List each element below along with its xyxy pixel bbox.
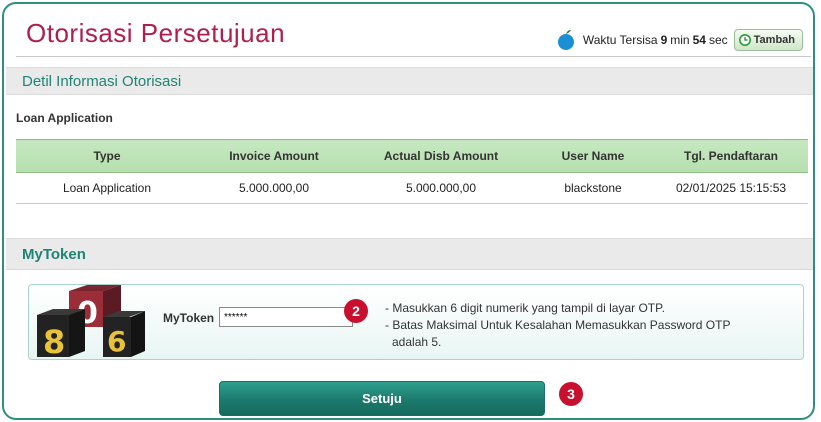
timer-prefix: Waktu Tersisa (582, 33, 658, 47)
page-title: Otorisasi Persetujuan (26, 18, 286, 48)
otp-hint-3: adalah 5. (392, 335, 442, 349)
token-cube-logo: 0 8 6 (37, 285, 145, 359)
mytoken-section-title: MyToken (22, 245, 86, 263)
column-header-type: Type (16, 139, 198, 173)
timer-sec-unit: sec (708, 33, 728, 47)
otp-hint-1: - Masukkan 6 digit numerik yang tampil d… (385, 301, 665, 315)
step-2-badge: 2 (344, 299, 368, 323)
title-divider (16, 56, 811, 57)
cube-digit-left: 8 (43, 323, 65, 359)
mytoken-field-label: MyToken (163, 311, 215, 325)
timer-minutes: 9 (660, 33, 668, 47)
otp-instructions: - Masukkan 6 digit numerik yang tampil d… (385, 300, 797, 351)
table-header-row: Type Invoice Amount Actual Disb Amount U… (16, 139, 808, 173)
mytoken-input[interactable] (219, 307, 353, 327)
add-time-button[interactable]: Tambah (733, 29, 803, 51)
transaction-type-label: Loan Application (16, 111, 113, 125)
cell-registration-date: 02/01/2025 15:15:53 (654, 172, 808, 204)
column-header-actual-disb-amount: Actual Disb Amount (350, 139, 532, 173)
session-timer: Waktu Tersisa 9 min 54 sec Tambah (557, 29, 803, 51)
authorization-table: Type Invoice Amount Actual Disb Amount U… (16, 139, 808, 204)
cell-invoice-amount: 5.000.000,00 (198, 172, 350, 204)
clock-icon (738, 34, 751, 46)
cell-user-name: blackstone (532, 172, 654, 204)
column-header-invoice-amount: Invoice Amount (198, 139, 350, 173)
column-header-registration-date: Tgl. Pendaftaran (654, 139, 808, 173)
timer-min-unit: min (670, 33, 690, 47)
timer-icon (557, 30, 574, 50)
mytoken-panel: 0 8 6 MyToken - Masukkan 6 digit numerik… (28, 284, 804, 360)
cube-digit-right: 6 (107, 325, 126, 358)
add-time-label: Tambah (753, 34, 795, 46)
cell-actual-disb-amount: 5.000.000,00 (350, 172, 532, 204)
step-3-badge: 3 (559, 382, 583, 406)
cell-type: Loan Application (16, 172, 198, 204)
table-row: Loan Application 5.000.000,00 5.000.000,… (16, 172, 808, 204)
detail-section-title: Detil Informasi Otorisasi (22, 72, 182, 90)
authorization-panel: Otorisasi Persetujuan Waktu Tersisa 9 mi… (2, 2, 815, 420)
mytoken-section-header: MyToken (6, 238, 813, 270)
timer-seconds: 54 (692, 33, 706, 47)
column-header-user-name: User Name (532, 139, 654, 173)
agree-button[interactable]: Setuju (219, 381, 545, 416)
otp-hint-2: - Batas Maksimal Untuk Kesalahan Memasuk… (385, 318, 731, 332)
detail-section-header: Detil Informasi Otorisasi (6, 67, 813, 95)
